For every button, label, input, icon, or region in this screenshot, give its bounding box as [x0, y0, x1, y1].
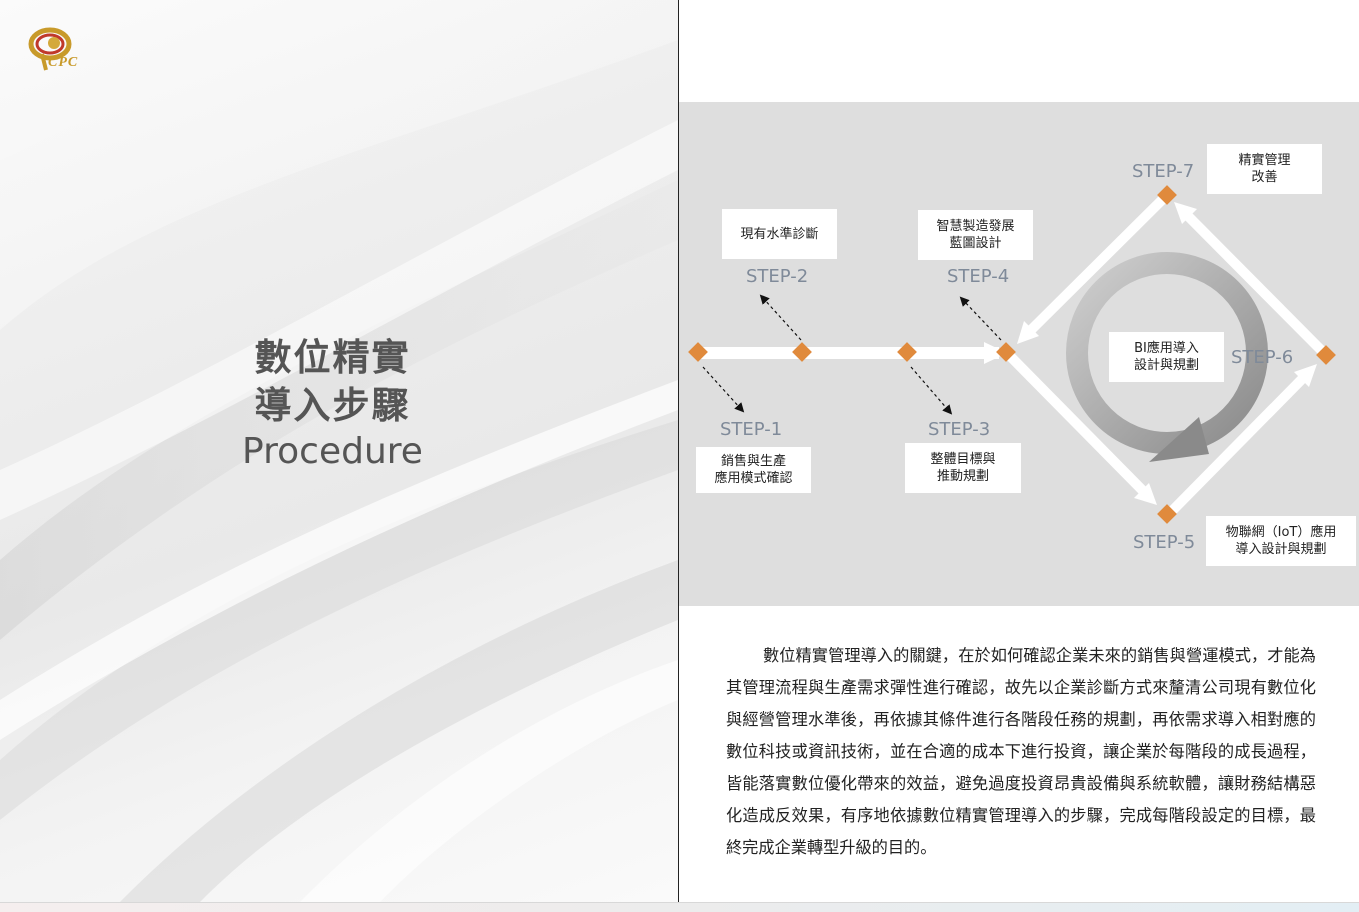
bottom-strip — [0, 902, 1359, 912]
step-4-text-line-1: 智慧製造發展 — [936, 219, 1015, 234]
title-line-1: 數位精實 — [254, 336, 411, 379]
logo-text: CPC — [48, 55, 79, 70]
step-7-text-line-1: 精實管理 — [1238, 153, 1291, 168]
step-6-label: STEP-6 — [1231, 347, 1294, 368]
step-3-box: 整體目標與 推動規劃 — [905, 443, 1021, 493]
step-7-label: STEP-7 — [1132, 161, 1195, 182]
callout-arrow-step-4 — [959, 296, 1002, 341]
callout-arrow-step-2 — [759, 294, 802, 341]
main-path-band — [699, 347, 999, 359]
center-text-line-2: 設計與規劃 — [1133, 358, 1199, 373]
callout-arrow-step-3 — [910, 366, 953, 415]
step-5-text-line-2: 導入設計與規劃 — [1235, 542, 1327, 557]
step-7-text-line-2: 改善 — [1251, 170, 1278, 185]
title-english: Procedure — [242, 431, 423, 472]
step-5-box: 物聯網（IoT）應用 導入設計與規劃 — [1206, 516, 1356, 566]
step-1-box: 銷售與生產 應用模式確認 — [696, 447, 811, 493]
center-box: BI應用導入 設計與規劃 — [1109, 332, 1224, 382]
step-3-text-line-2: 推動規劃 — [936, 469, 989, 484]
step-2-box: 現有水準診斷 — [722, 209, 837, 259]
step-3-text-line-1: 整體目標與 — [930, 452, 996, 467]
cover-title: 數位精實 導入步驟 Procedure — [210, 334, 455, 474]
step-2-label: STEP-2 — [746, 266, 809, 287]
step-4-box: 智慧製造發展 藍圖設計 — [918, 210, 1033, 260]
step-5-text-line-1: 物聯網（IoT）應用 — [1225, 525, 1337, 540]
step-1-label: STEP-1 — [720, 419, 783, 440]
procedure-diagram: STEP-1 銷售與生產 應用模式確認 現有水準診斷 STEP-2 STEP-3… — [679, 102, 1359, 606]
step-5-label: STEP-5 — [1133, 532, 1196, 553]
title-line-2: 導入步驟 — [254, 384, 411, 427]
step-1-text-line-1: 銷售與生產 — [720, 454, 786, 469]
center-text-line-1: BI應用導入 — [1134, 341, 1199, 356]
step-2-text-line-1: 現有水準診斷 — [740, 226, 819, 242]
step-3-label: STEP-3 — [928, 419, 991, 440]
body-paragraph: 數位精實管理導入的關鍵，在於如何確認企業未來的銷售與營運模式，才能為其管理流程與… — [726, 646, 1316, 857]
cover-panel: CPC 數位精實 導入步驟 Procedure — [0, 0, 678, 902]
step-4-label: STEP-4 — [947, 266, 1010, 287]
step-4-text-line-2: 藍圖設計 — [949, 236, 1002, 251]
step-1-text-line-2: 應用模式確認 — [714, 471, 793, 486]
page: CPC 數位精實 導入步驟 Procedure STEP-1 銷售與生產 應用模… — [0, 0, 1359, 912]
callout-arrow-step-1 — [702, 366, 745, 413]
step-7-box: 精實管理 改善 — [1207, 144, 1322, 194]
